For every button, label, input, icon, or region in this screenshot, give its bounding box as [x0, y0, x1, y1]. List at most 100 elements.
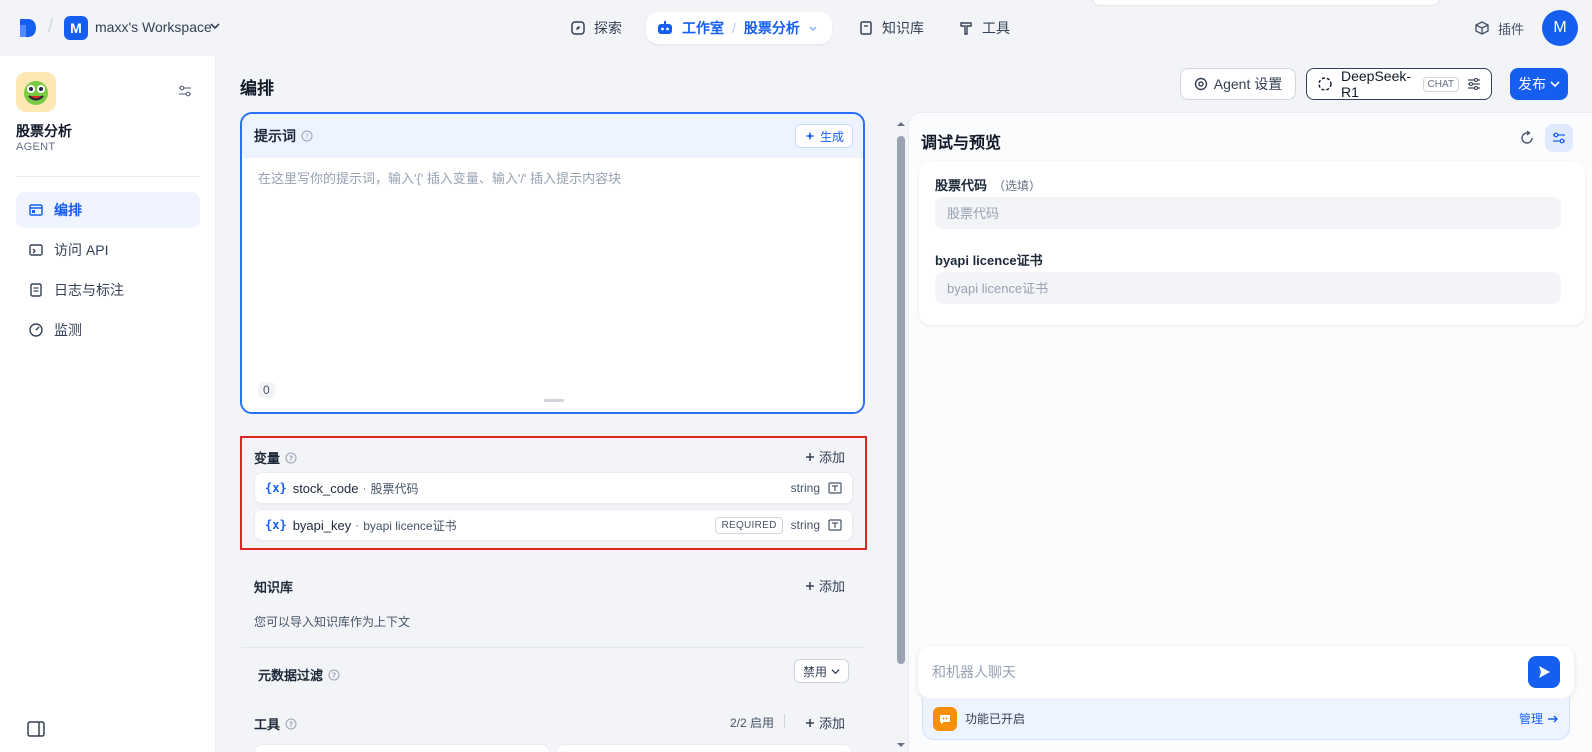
refresh-icon[interactable] — [1519, 130, 1535, 146]
nav-studio-label[interactable]: 工作室 — [682, 18, 724, 38]
svg-text:?: ? — [289, 454, 293, 462]
variable-separator: · — [362, 481, 367, 495]
required-badge: REQUIRED — [715, 516, 783, 534]
sidebar-item-label: 访问 API — [54, 242, 109, 258]
svg-text:?: ? — [305, 133, 309, 141]
app-logo-icon[interactable] — [18, 17, 38, 39]
page-title: 编排 — [240, 79, 274, 98]
divider — [242, 647, 865, 648]
text-input-icon — [828, 519, 842, 531]
variable-desc: byapi licence证书 — [363, 518, 457, 533]
metadata-filter-value: 禁用 — [802, 664, 827, 679]
breadcrumb-separator: / — [732, 20, 736, 36]
metadata-filter-select[interactable]: 禁用 — [793, 659, 849, 683]
agent-settings-label: Agent 设置 — [1213, 76, 1283, 92]
help-icon[interactable]: ? — [285, 718, 297, 730]
variable-desc: 股票代码 — [370, 481, 419, 496]
send-button[interactable] — [1528, 656, 1560, 688]
variables-toggle-button[interactable] — [1545, 124, 1573, 152]
add-label: 添加 — [819, 579, 846, 594]
sidebar-item-logs[interactable]: 日志与标注 — [16, 272, 200, 308]
workspace-avatar[interactable]: M — [64, 16, 88, 40]
manage-link[interactable]: 管理 — [1519, 710, 1559, 727]
features-bar: 功能已开启 管理 — [922, 698, 1570, 740]
nav-app-label[interactable]: 股票分析 — [744, 18, 800, 38]
sidebar-item-monitor[interactable]: 监测 — [16, 312, 200, 348]
nav-plugins-label: 插件 — [1498, 21, 1525, 37]
sliders-icon — [1552, 131, 1566, 145]
sliders-icon[interactable] — [1467, 77, 1481, 91]
variable-icon: {x} — [265, 481, 287, 495]
stock-code-input[interactable] — [935, 197, 1561, 229]
chevron-down-icon — [1550, 79, 1560, 89]
nav-tools-label: 工具 — [982, 20, 1010, 36]
sidebar-item-label: 监测 — [54, 322, 82, 338]
plus-icon — [805, 581, 815, 591]
field-label-text: byapi licence证书 — [935, 253, 1043, 268]
scroll-up-arrow-icon[interactable] — [896, 121, 906, 127]
send-icon — [1537, 665, 1551, 679]
chevron-down-icon[interactable] — [210, 21, 220, 31]
generate-label: 生成 — [819, 129, 844, 144]
licence-input[interactable] — [935, 272, 1561, 304]
nav-tools[interactable]: 工具 — [958, 16, 1010, 40]
sidebar-item-api[interactable]: 访问 API — [16, 232, 200, 268]
sidebar-item-orchestrate[interactable]: 编排 — [16, 192, 200, 228]
scroll-down-arrow-icon[interactable] — [896, 742, 906, 748]
book-icon — [858, 20, 874, 36]
add-variable-button[interactable]: 添加 — [805, 447, 845, 466]
nav-knowledge[interactable]: 知识库 — [858, 16, 924, 40]
user-avatar[interactable]: M — [1542, 10, 1578, 46]
knowledge-title: 知识库 — [254, 580, 294, 595]
plus-icon — [805, 718, 815, 728]
tool-card[interactable] — [556, 744, 852, 752]
help-icon[interactable]: ? — [285, 452, 297, 464]
variable-separator: · — [355, 518, 360, 532]
publish-button[interactable]: 发布 — [1510, 68, 1568, 100]
chevron-down-icon[interactable] — [808, 23, 818, 33]
prompt-editor: 提示词 ? 生成 在这里写你的提示词，输入'{' 插入变量、输入'/' 插入提示… — [240, 112, 865, 414]
variable-type: string — [790, 518, 820, 532]
sidebar-collapse-icon[interactable] — [27, 721, 45, 737]
workspace-name[interactable]: maxx's Workspace — [95, 19, 212, 35]
robot-icon — [656, 20, 674, 36]
gear-icon — [1194, 77, 1208, 91]
scrollbar-thumb[interactable] — [897, 136, 905, 664]
add-knowledge-button[interactable]: 添加 — [805, 576, 845, 595]
agent-settings-button[interactable]: Agent 设置 — [1180, 68, 1296, 100]
debug-title: 调试与预览 — [921, 135, 1002, 152]
resize-handle[interactable] — [544, 399, 564, 402]
nav-studio[interactable]: 工作室 / 股票分析 — [646, 12, 832, 44]
terminal-icon — [28, 242, 44, 258]
tools-title: 工具 — [254, 717, 281, 732]
chat-input[interactable] — [932, 664, 1528, 680]
variable-row[interactable]: {x} stock_code · 股票代码 string — [254, 472, 853, 504]
app-type: AGENT — [16, 141, 56, 153]
metadata-filter-label-wrap: 元数据过滤 ? — [258, 665, 340, 684]
svg-text:?: ? — [289, 720, 293, 728]
model-selector[interactable]: DeepSeek-R1 CHAT — [1306, 68, 1492, 100]
help-icon[interactable]: ? — [328, 669, 340, 681]
generate-button[interactable]: 生成 — [794, 124, 853, 148]
nav-explore[interactable]: 探索 — [570, 16, 622, 40]
top-bar: / M maxx's Workspace 探索 工作室 / 股票分析 知识库 工… — [0, 0, 1592, 56]
add-tool-button[interactable]: 添加 — [805, 713, 845, 732]
sidebar: 股票分析 AGENT 编排 访问 API 日志与标注 监测 — [0, 56, 216, 752]
tool-card[interactable] — [254, 744, 550, 752]
help-icon[interactable]: ? — [301, 130, 313, 142]
knowledge-description: 您可以导入知识库作为上下文 — [254, 615, 411, 629]
model-name: DeepSeek-R1 — [1341, 68, 1412, 100]
prompt-header: 提示词 ? 生成 — [242, 114, 863, 158]
compass-icon — [570, 20, 586, 36]
nav-plugins[interactable]: 插件 — [1474, 16, 1524, 40]
variable-key: byapi_key — [292, 517, 352, 533]
sidebar-item-label: 编排 — [54, 202, 82, 218]
variable-row[interactable]: {x} byapi_key · byapi licence证书 REQUIRED… — [254, 509, 853, 541]
sliders-icon[interactable] — [178, 84, 192, 98]
sidebar-item-label: 日志与标注 — [54, 282, 124, 298]
add-label: 添加 — [819, 716, 846, 731]
tools-section: 工具 ? 2/2 启用 添加 — [242, 700, 865, 752]
variable-key: stock_code — [292, 480, 359, 496]
prompt-textarea[interactable]: 在这里写你的提示词，输入'{' 插入变量、输入'/' 插入提示内容块 0 — [242, 158, 863, 412]
variables-title-wrap: 变量 ? — [254, 448, 297, 467]
